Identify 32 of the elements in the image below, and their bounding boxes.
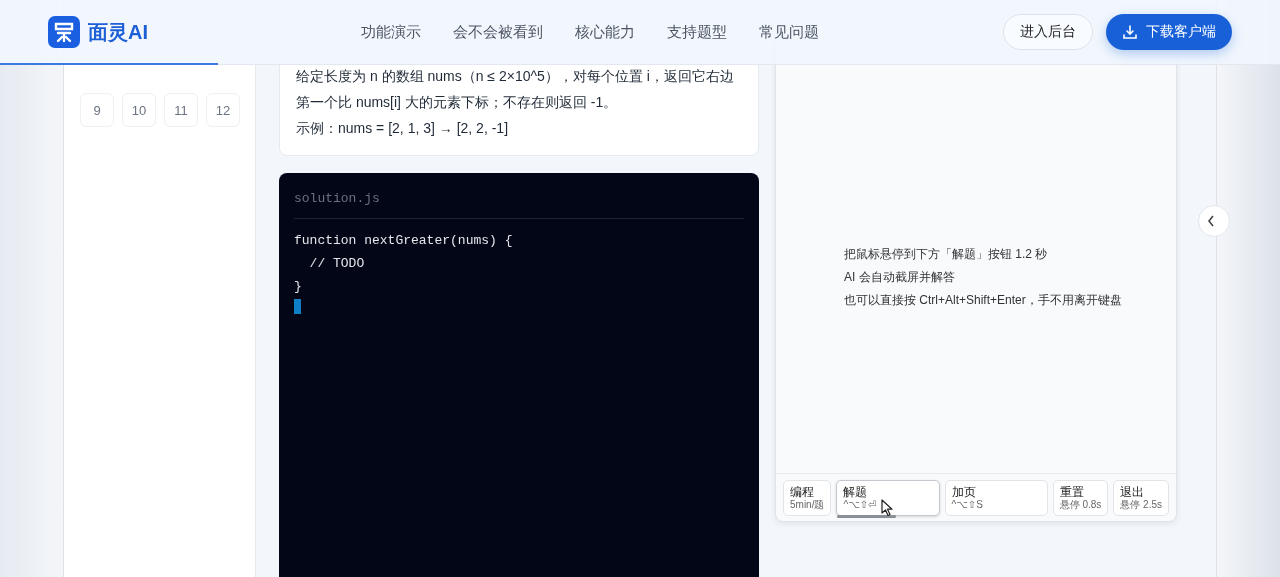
- action-button[interactable]: 退出 悬停 2.5s: [1113, 480, 1169, 516]
- download-button[interactable]: 下载客户端: [1106, 14, 1232, 50]
- nav-link[interactable]: 支持题型: [667, 22, 727, 42]
- nav-link[interactable]: 功能演示: [361, 22, 421, 42]
- hint-text: 把鼠标悬停到下方「解题」按钮 1.2 秒: [844, 245, 1049, 263]
- mouse-pointer-icon: [881, 499, 896, 517]
- hint-text: AI 会自动截屏并解答: [844, 268, 956, 286]
- problem-text: 示例：nums = [2, 1, 3] → [2, 2, -1]: [296, 119, 510, 138]
- action-button[interactable]: 编程 5min/题: [783, 480, 832, 516]
- nav-link[interactable]: 核心能力: [575, 22, 635, 42]
- action-button[interactable]: 重置 悬停 0.8s: [1052, 480, 1109, 516]
- action-button[interactable]: 加页 ^⌥⇧S: [944, 480, 1048, 516]
- text-cursor: [294, 299, 301, 314]
- chevron-left-icon: [1207, 215, 1215, 227]
- question-number[interactable]: 12: [206, 93, 240, 127]
- action-button[interactable]: 解题 ^⌥⇧⏎: [836, 480, 940, 516]
- code-line: function nextGreater(nums) {: [294, 232, 514, 250]
- question-number[interactable]: 9: [80, 93, 114, 127]
- download-icon: [1122, 24, 1138, 40]
- question-number[interactable]: 11: [164, 93, 198, 127]
- nav-link[interactable]: 常见问题: [759, 22, 819, 42]
- file-name: solution.js: [294, 189, 744, 219]
- hint-text: 也可以直接按 Ctrl+Alt+Shift+Enter，手不用离开键盘: [844, 291, 1123, 309]
- brand-name: 面灵AI: [88, 19, 148, 45]
- question-number[interactable]: 10: [122, 93, 156, 127]
- problem-text: 给定长度为 n 的数组 nums（n ≤ 2×10^5），对每个位置 i，返回它右边第一个比 nums[i] 大的元素下标；不存在则返回 -1。: [296, 67, 735, 112]
- logo-icon: [48, 16, 80, 48]
- code-line: // TODO: [308, 255, 366, 273]
- collapse-handle[interactable]: [1198, 205, 1230, 237]
- nav-link[interactable]: 会不会被看到: [453, 22, 543, 42]
- code-line: }: [294, 278, 303, 296]
- console-button[interactable]: 进入后台: [1003, 14, 1093, 50]
